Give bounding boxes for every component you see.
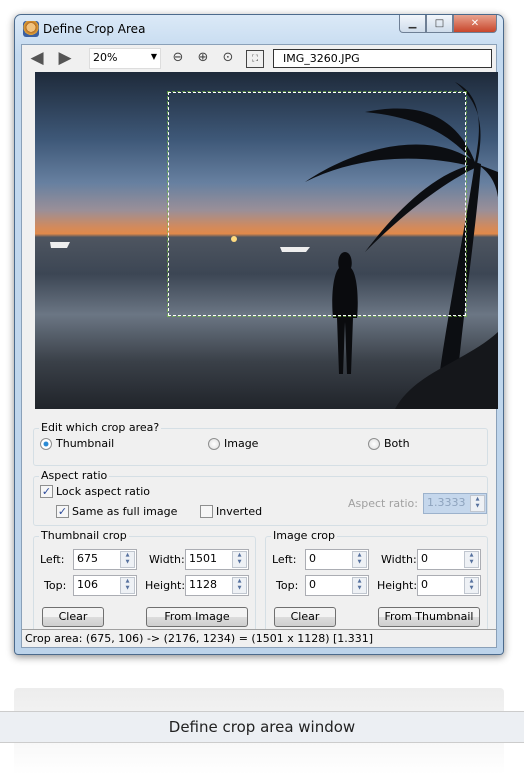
inverted-checkbox[interactable]: Inverted <box>200 505 262 518</box>
left-label: Left: <box>272 553 297 566</box>
aspect-ratio-spinner: 1.3333 ▲ ▼ <box>423 493 487 514</box>
crop-selection-rectangle[interactable] <box>167 91 467 317</box>
aspect-ratio-group: Aspect ratio ✓ Lock aspect ratio ✓ Same as… <box>33 469 488 526</box>
thumb-width-spinner[interactable]: 1501 ▲ ▼ <box>185 549 249 570</box>
close-icon: ✕ <box>470 18 480 29</box>
checkmark-icon: ✓ <box>40 485 53 498</box>
thumbnail-crop-label: Thumbnail crop <box>39 529 129 542</box>
top-label: Top: <box>276 579 299 592</box>
minimize-icon: ▁ <box>408 18 417 29</box>
edit-crop-area-label: Edit which crop area? <box>39 421 162 434</box>
edit-crop-area-group: Edit which crop area? Thumbnail Image Bo… <box>33 421 488 466</box>
fit-to-window-icon[interactable]: ⛶ <box>246 50 264 68</box>
app-icon <box>23 21 39 37</box>
forward-arrow-icon[interactable]: ▶ <box>54 48 76 68</box>
image-crop-group: Image crop Left: 0 ▲ ▼ Top: 0 ▲ ▼ Width: 0 ▲ ▼… <box>265 529 488 632</box>
checkmark-icon: ✓ <box>56 505 69 518</box>
image-left-spinner[interactable]: 0 ▲ ▼ <box>305 549 369 570</box>
zoom-in-icon[interactable]: ⊕ <box>194 50 212 68</box>
thumb-left-spinner[interactable]: 675 ▲ ▼ <box>73 549 137 570</box>
top-label: Top: <box>44 579 67 592</box>
back-arrow-icon[interactable]: ◀ <box>26 48 48 68</box>
zoom-select[interactable]: 20% ▼ <box>89 48 161 69</box>
filename-field: IMG_3260.JPG <box>273 49 492 68</box>
lock-aspect-checkbox[interactable]: ✓ Lock aspect ratio <box>40 485 150 498</box>
width-label: Width: <box>149 553 185 566</box>
zoom-actual-size-icon[interactable]: ⊙ <box>219 50 237 68</box>
height-label: Height: <box>377 579 418 592</box>
width-label: Width: <box>381 553 417 566</box>
window-title: Define Crop Area <box>43 22 146 36</box>
left-label: Left: <box>40 553 65 566</box>
radio-thumbnail[interactable]: Thumbnail <box>40 437 114 450</box>
aspect-ratio-field-label: Aspect ratio: <box>348 497 418 510</box>
aspect-ratio-label: Aspect ratio <box>39 469 110 482</box>
thumb-clear-button[interactable]: Clear <box>42 607 104 627</box>
image-clear-button[interactable]: Clear <box>274 607 336 627</box>
same-as-full-image-checkbox[interactable]: ✓ Same as full image <box>56 505 177 518</box>
image-preview[interactable] <box>35 72 498 409</box>
minimize-button[interactable]: ▁ <box>399 15 426 33</box>
thumbnail-crop-group: Thumbnail crop Left: 675 ▲ ▼ Top: 106 ▲ ▼ Wi… <box>33 529 256 632</box>
figure-caption: Define crop area window <box>0 711 524 743</box>
zoom-value: 20% <box>93 51 118 64</box>
radio-both[interactable]: Both <box>368 437 410 450</box>
status-bar: Crop area: (675, 106) -> (2176, 1234) = … <box>22 629 496 647</box>
thumb-top-spinner[interactable]: 106 ▲ ▼ <box>73 575 137 596</box>
maximize-button[interactable]: □ <box>426 15 453 33</box>
client-area: ◀ ▶ 20% ▼ ⊖ ⊕ ⊙ ⛶ IMG_3260.JPG Edit which … <box>21 44 498 648</box>
thumb-height-spinner[interactable]: 1128 ▲ ▼ <box>185 575 249 596</box>
radio-image[interactable]: Image <box>208 437 258 450</box>
height-label: Height: <box>145 579 186 592</box>
from-image-button[interactable]: From Image <box>146 607 248 627</box>
close-button[interactable]: ✕ <box>453 15 497 33</box>
image-width-spinner[interactable]: 0 ▲ ▼ <box>417 549 481 570</box>
maximize-icon: □ <box>434 18 445 29</box>
image-crop-label: Image crop <box>271 529 337 542</box>
zoom-out-icon[interactable]: ⊖ <box>169 50 187 68</box>
image-height-spinner[interactable]: 0 ▲ ▼ <box>417 575 481 596</box>
from-thumbnail-button[interactable]: From Thumbnail <box>378 607 480 627</box>
chevron-down-icon: ▼ <box>150 52 157 61</box>
image-top-spinner[interactable]: 0 ▲ ▼ <box>305 575 369 596</box>
define-crop-area-window: Define Crop Area ▁ □ ✕ ◀ ▶ 20% ▼ ⊖ ⊕ ⊙ ⛶ I… <box>14 14 504 655</box>
